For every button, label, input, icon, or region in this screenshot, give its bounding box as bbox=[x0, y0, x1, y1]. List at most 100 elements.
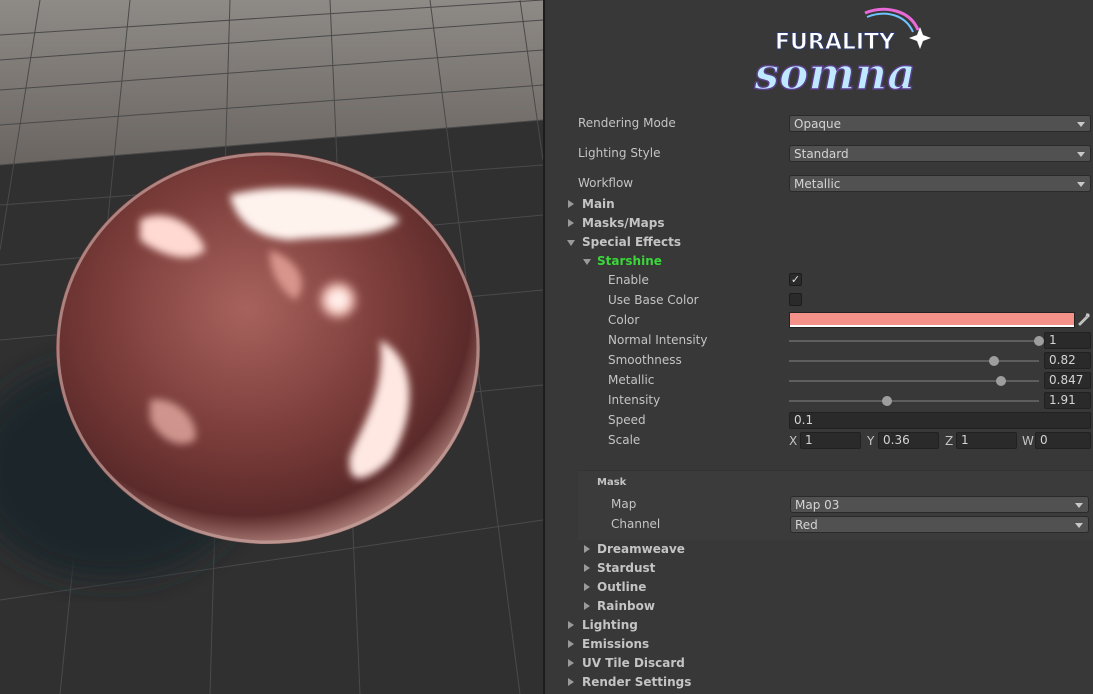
expand-arrow-icon bbox=[568, 200, 574, 208]
enable-label: Enable bbox=[608, 273, 649, 287]
scale-w-label: W bbox=[1022, 434, 1034, 448]
mask-map-dropdown[interactable]: Map 03 bbox=[790, 496, 1089, 513]
section-masks-maps-label: Masks/Maps bbox=[582, 216, 665, 230]
smoothness-field[interactable]: 0.82 bbox=[1044, 352, 1091, 369]
speed-label: Speed bbox=[608, 413, 646, 427]
normal-intensity-field[interactable]: 1 bbox=[1044, 332, 1091, 349]
intensity-slider[interactable] bbox=[789, 400, 1039, 402]
section-lighting[interactable]: Lighting bbox=[545, 616, 1093, 636]
section-rainbow-label: Rainbow bbox=[597, 599, 655, 613]
eyedropper-icon[interactable] bbox=[1078, 313, 1090, 327]
intensity-slider-thumb[interactable] bbox=[881, 396, 892, 406]
color-label: Color bbox=[608, 313, 640, 327]
smoothness-row: Smoothness 0.82 bbox=[545, 351, 1093, 371]
section-masks-maps[interactable]: Masks/Maps bbox=[545, 214, 1093, 234]
mask-channel-row: Channel Red bbox=[578, 515, 1093, 535]
section-render-settings[interactable]: Render Settings bbox=[545, 673, 1093, 693]
use-base-color-checkbox[interactable] bbox=[789, 293, 802, 306]
intensity-row: Intensity 1.91 bbox=[545, 391, 1093, 411]
scene-view-canvas[interactable] bbox=[0, 0, 543, 694]
workflow-label: Workflow bbox=[578, 176, 634, 190]
rendering-mode-label: Rendering Mode bbox=[578, 116, 676, 130]
color-row: Color bbox=[545, 311, 1093, 331]
scale-y-label: Y bbox=[867, 434, 875, 448]
scale-row: Scale X 1 Y 0.36 Z 1 W 0 bbox=[545, 431, 1093, 451]
intensity-label: Intensity bbox=[608, 393, 661, 407]
use-base-color-row: Use Base Color bbox=[545, 291, 1093, 311]
expand-arrow-icon bbox=[568, 659, 574, 667]
use-base-color-label: Use Base Color bbox=[608, 293, 699, 307]
material-inspector: FURALITY somna Rendering Mode Opaque Lig… bbox=[545, 0, 1093, 694]
enable-checkbox[interactable]: ✓ bbox=[789, 273, 802, 286]
scene-viewport[interactable] bbox=[0, 0, 543, 694]
mask-channel-value: Red bbox=[795, 518, 818, 532]
mask-channel-label: Channel bbox=[611, 517, 661, 531]
normal-intensity-row: Normal Intensity 1 bbox=[545, 331, 1093, 351]
furality-somna-logo: FURALITY somna bbox=[753, 7, 931, 97]
section-main[interactable]: Main bbox=[545, 195, 1093, 215]
workflow-dropdown[interactable]: Metallic bbox=[789, 175, 1091, 192]
rendering-mode-dropdown[interactable]: Opaque bbox=[789, 115, 1091, 132]
color-swatch-field[interactable] bbox=[789, 312, 1075, 328]
expand-arrow-icon bbox=[584, 564, 590, 572]
enable-row: Enable ✓ bbox=[545, 271, 1093, 291]
section-stardust[interactable]: Stardust bbox=[545, 559, 1093, 579]
section-starshine[interactable]: Starshine bbox=[545, 252, 1093, 272]
lighting-style-row: Lighting Style Standard bbox=[545, 144, 1093, 164]
scale-z-field[interactable]: 1 bbox=[956, 432, 1017, 449]
normal-intensity-label: Normal Intensity bbox=[608, 333, 708, 347]
smoothness-slider[interactable] bbox=[789, 360, 1039, 362]
expand-arrow-icon bbox=[568, 621, 574, 629]
section-emissions-label: Emissions bbox=[582, 637, 650, 651]
metallic-slider-thumb[interactable] bbox=[995, 376, 1006, 386]
normal-intensity-slider-thumb[interactable] bbox=[1034, 336, 1044, 346]
mask-map-row: Map Map 03 bbox=[578, 495, 1093, 515]
smoothness-slider-thumb[interactable] bbox=[989, 356, 999, 366]
section-special-effects[interactable]: Special Effects bbox=[545, 233, 1093, 253]
rendering-mode-row: Rendering Mode Opaque bbox=[545, 114, 1093, 134]
lighting-style-label: Lighting Style bbox=[578, 146, 661, 160]
mask-group: Mask Map Map 03 Channel Red bbox=[578, 470, 1093, 540]
expand-arrow-icon bbox=[584, 545, 590, 553]
metallic-field[interactable]: 0.847 bbox=[1044, 372, 1091, 389]
mask-map-label: Map bbox=[611, 497, 637, 511]
expand-arrow-icon bbox=[584, 583, 590, 591]
scale-z-label: Z bbox=[945, 434, 954, 448]
section-starshine-label: Starshine bbox=[597, 254, 662, 268]
section-outline[interactable]: Outline bbox=[545, 578, 1093, 598]
speed-field[interactable]: 0.1 bbox=[789, 412, 1091, 429]
scale-label: Scale bbox=[608, 433, 641, 447]
workflow-value: Metallic bbox=[794, 177, 841, 191]
svg-text:somna: somna bbox=[753, 49, 915, 97]
section-uv-tile-discard-label: UV Tile Discard bbox=[582, 656, 685, 670]
intensity-field[interactable]: 1.91 bbox=[1044, 392, 1091, 409]
section-lighting-label: Lighting bbox=[582, 618, 638, 632]
mask-header: Mask bbox=[597, 477, 627, 488]
lighting-style-dropdown[interactable]: Standard bbox=[789, 145, 1091, 162]
section-main-label: Main bbox=[582, 197, 615, 211]
section-emissions[interactable]: Emissions bbox=[545, 635, 1093, 655]
chevron-down-icon bbox=[1075, 503, 1083, 508]
collapse-arrow-icon bbox=[583, 259, 591, 265]
section-dreamweave-label: Dreamweave bbox=[597, 542, 685, 556]
section-dreamweave[interactable]: Dreamweave bbox=[545, 540, 1093, 560]
scale-y-field[interactable]: 0.36 bbox=[878, 432, 939, 449]
normal-intensity-slider[interactable] bbox=[789, 340, 1039, 342]
expand-arrow-icon bbox=[568, 678, 574, 686]
scale-x-field[interactable]: 1 bbox=[800, 432, 861, 449]
mask-channel-dropdown[interactable]: Red bbox=[790, 516, 1089, 533]
expand-arrow-icon bbox=[584, 602, 590, 610]
expand-arrow-icon bbox=[568, 219, 574, 227]
smoothness-label: Smoothness bbox=[608, 353, 682, 367]
section-rainbow[interactable]: Rainbow bbox=[545, 597, 1093, 617]
mask-map-value: Map 03 bbox=[795, 498, 840, 512]
rendering-mode-value: Opaque bbox=[794, 117, 842, 131]
section-outline-label: Outline bbox=[597, 580, 647, 594]
expand-arrow-icon bbox=[568, 640, 574, 648]
metallic-label: Metallic bbox=[608, 373, 655, 387]
chevron-down-icon bbox=[1075, 523, 1083, 528]
chevron-down-icon bbox=[1077, 152, 1085, 157]
scale-w-field[interactable]: 0 bbox=[1035, 432, 1091, 449]
metallic-row: Metallic 0.847 bbox=[545, 371, 1093, 391]
section-uv-tile-discard[interactable]: UV Tile Discard bbox=[545, 654, 1093, 674]
